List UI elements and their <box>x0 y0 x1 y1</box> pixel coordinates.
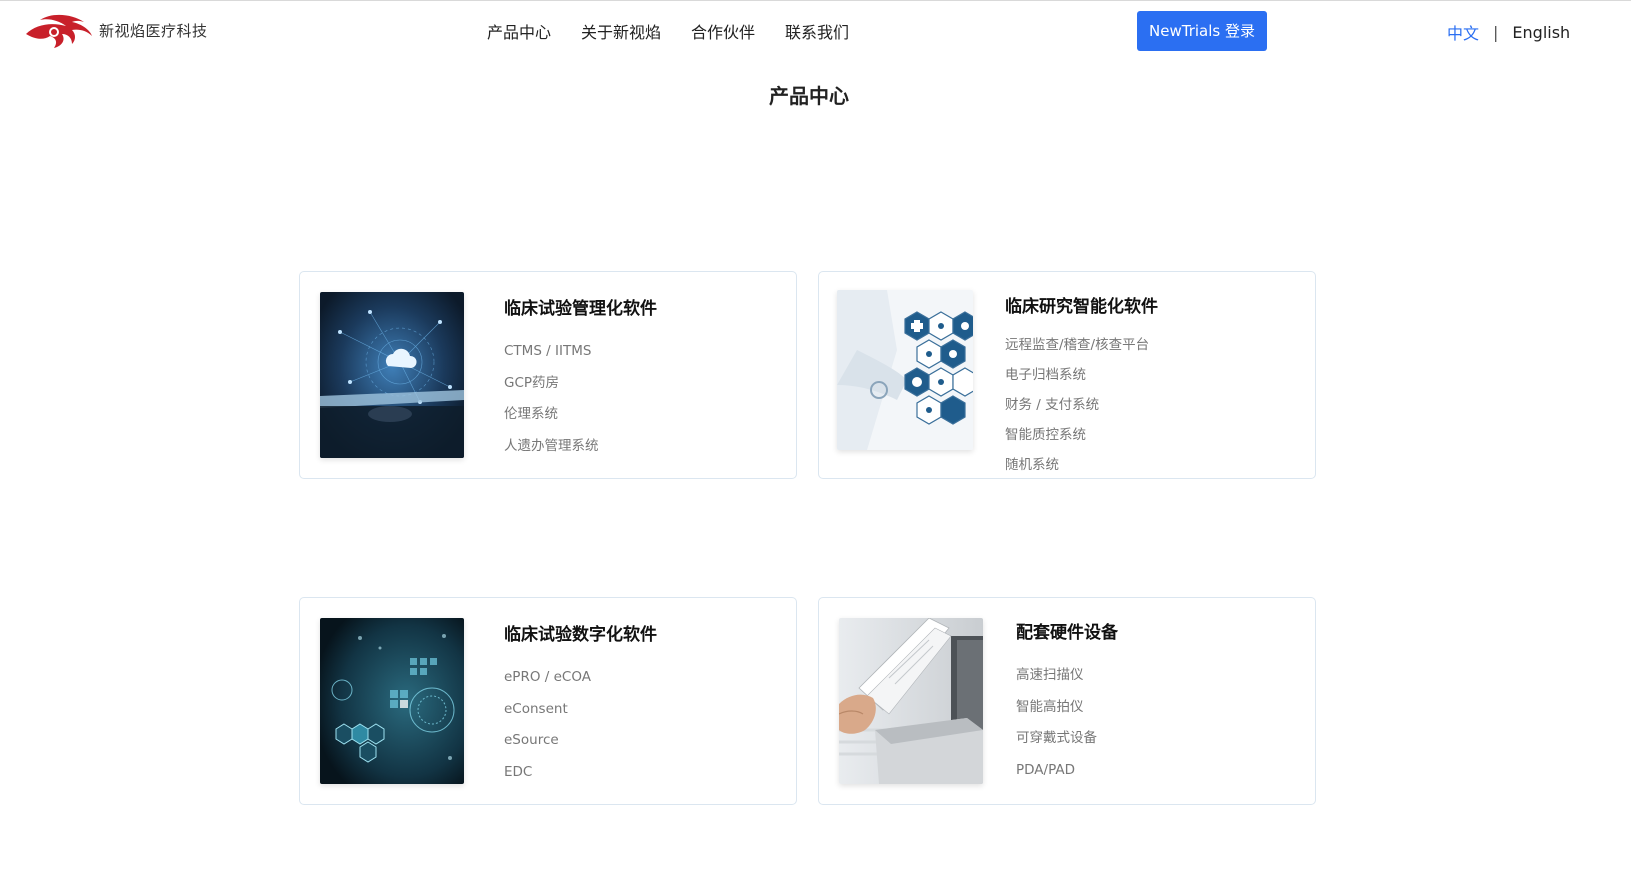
list-item[interactable]: EDC <box>504 757 591 789</box>
list-item[interactable]: 高速扫描仪 <box>1016 660 1097 692</box>
card-item-list: CTMS / IITMS GCP药房 伦理系统 人遗办管理系统 <box>504 336 599 462</box>
brand-name: 新视焰医疗科技 <box>99 22 208 40</box>
main-nav: 产品中心 关于新视焰 合作伙伴 联系我们 <box>487 19 849 43</box>
card-title: 临床试验数字化软件 <box>504 625 657 645</box>
digital-icons-image <box>320 618 464 784</box>
list-item[interactable]: 随机系统 <box>1005 450 1149 480</box>
list-item[interactable]: ePRO / eCOA <box>504 662 591 694</box>
list-item[interactable]: eSource <box>504 725 591 757</box>
card-item-list: 远程监查/稽查/核查平台 电子归档系统 财务 / 支付系统 智能质控系统 随机系… <box>1005 330 1149 480</box>
list-item[interactable]: CTMS / IITMS <box>504 336 599 368</box>
cloud-tablet-image <box>320 292 464 458</box>
newtrials-login-button[interactable]: NewTrials 登录 <box>1137 11 1267 51</box>
flame-logo-icon[interactable] <box>22 10 94 50</box>
nav-product-center[interactable]: 产品中心 <box>487 19 551 43</box>
language-switcher: 中文 | English <box>1447 20 1570 44</box>
product-card-clinical-trial-management[interactable]: 临床试验管理化软件 CTMS / IITMS GCP药房 伦理系统 人遗办管理系… <box>299 271 797 479</box>
product-card-hardware[interactable]: 配套硬件设备 高速扫描仪 智能高拍仪 可穿戴式设备 PDA/PAD <box>818 597 1316 805</box>
medical-hexagon-image <box>837 290 973 450</box>
list-item[interactable]: 智能质控系统 <box>1005 420 1149 450</box>
list-item[interactable]: PDA/PAD <box>1016 755 1097 787</box>
list-item[interactable]: 远程监查/稽查/核查平台 <box>1005 330 1149 360</box>
list-item[interactable]: 人遗办管理系统 <box>504 431 599 463</box>
list-item[interactable]: 伦理系统 <box>504 399 599 431</box>
list-item[interactable]: 可穿戴式设备 <box>1016 723 1097 755</box>
scanner-document-image <box>839 618 983 784</box>
lang-separator: | <box>1493 22 1499 42</box>
product-card-clinical-trial-digital[interactable]: 临床试验数字化软件 ePRO / eCOA eConsent eSource E… <box>299 597 797 805</box>
page-title: 产品中心 <box>769 84 849 108</box>
list-item[interactable]: 财务 / 支付系统 <box>1005 390 1149 420</box>
nav-about[interactable]: 关于新视焰 <box>581 19 661 43</box>
nav-contact[interactable]: 联系我们 <box>785 19 849 43</box>
card-title: 临床研究智能化软件 <box>1005 297 1158 317</box>
list-item[interactable]: 智能高拍仪 <box>1016 692 1097 724</box>
card-title: 配套硬件设备 <box>1016 623 1118 643</box>
card-item-list: ePRO / eCOA eConsent eSource EDC <box>504 662 591 788</box>
list-item[interactable]: eConsent <box>504 694 591 726</box>
nav-partners[interactable]: 合作伙伴 <box>691 19 755 43</box>
lang-english[interactable]: English <box>1512 23 1570 42</box>
card-item-list: 高速扫描仪 智能高拍仪 可穿戴式设备 PDA/PAD <box>1016 660 1097 786</box>
top-header: 新视焰医疗科技 产品中心 关于新视焰 合作伙伴 联系我们 NewTrials 登… <box>0 1 1631 59</box>
product-card-clinical-research-intelligent[interactable]: 临床研究智能化软件 远程监查/稽查/核查平台 电子归档系统 财务 / 支付系统 … <box>818 271 1316 479</box>
list-item[interactable]: 电子归档系统 <box>1005 360 1149 390</box>
list-item[interactable]: GCP药房 <box>504 368 599 400</box>
lang-chinese[interactable]: 中文 <box>1447 20 1479 44</box>
card-title: 临床试验管理化软件 <box>504 299 657 319</box>
